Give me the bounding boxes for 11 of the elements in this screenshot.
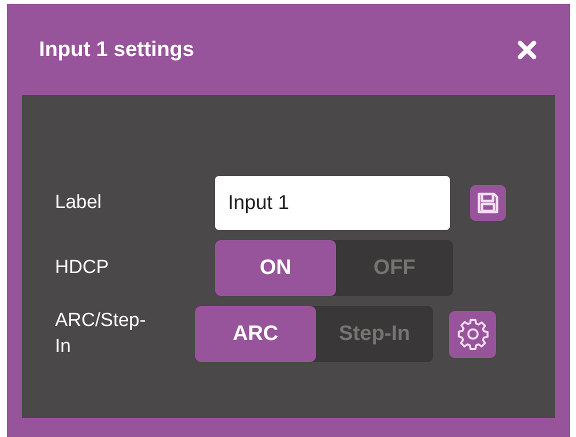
window-title: Input 1 settings <box>39 36 194 63</box>
settings-button[interactable] <box>449 310 496 358</box>
field-label: ARC/Step-In <box>55 309 147 359</box>
label-input-field[interactable]: Input 1 <box>215 176 450 230</box>
field-label: Label <box>55 191 102 215</box>
settings-icon <box>456 317 490 351</box>
toggle-option[interactable]: ON <box>215 240 336 296</box>
save-button[interactable] <box>470 185 506 221</box>
field-label: HDCP <box>55 256 110 280</box>
toggle-option[interactable]: ARC <box>195 306 316 362</box>
close-icon <box>517 40 537 60</box>
